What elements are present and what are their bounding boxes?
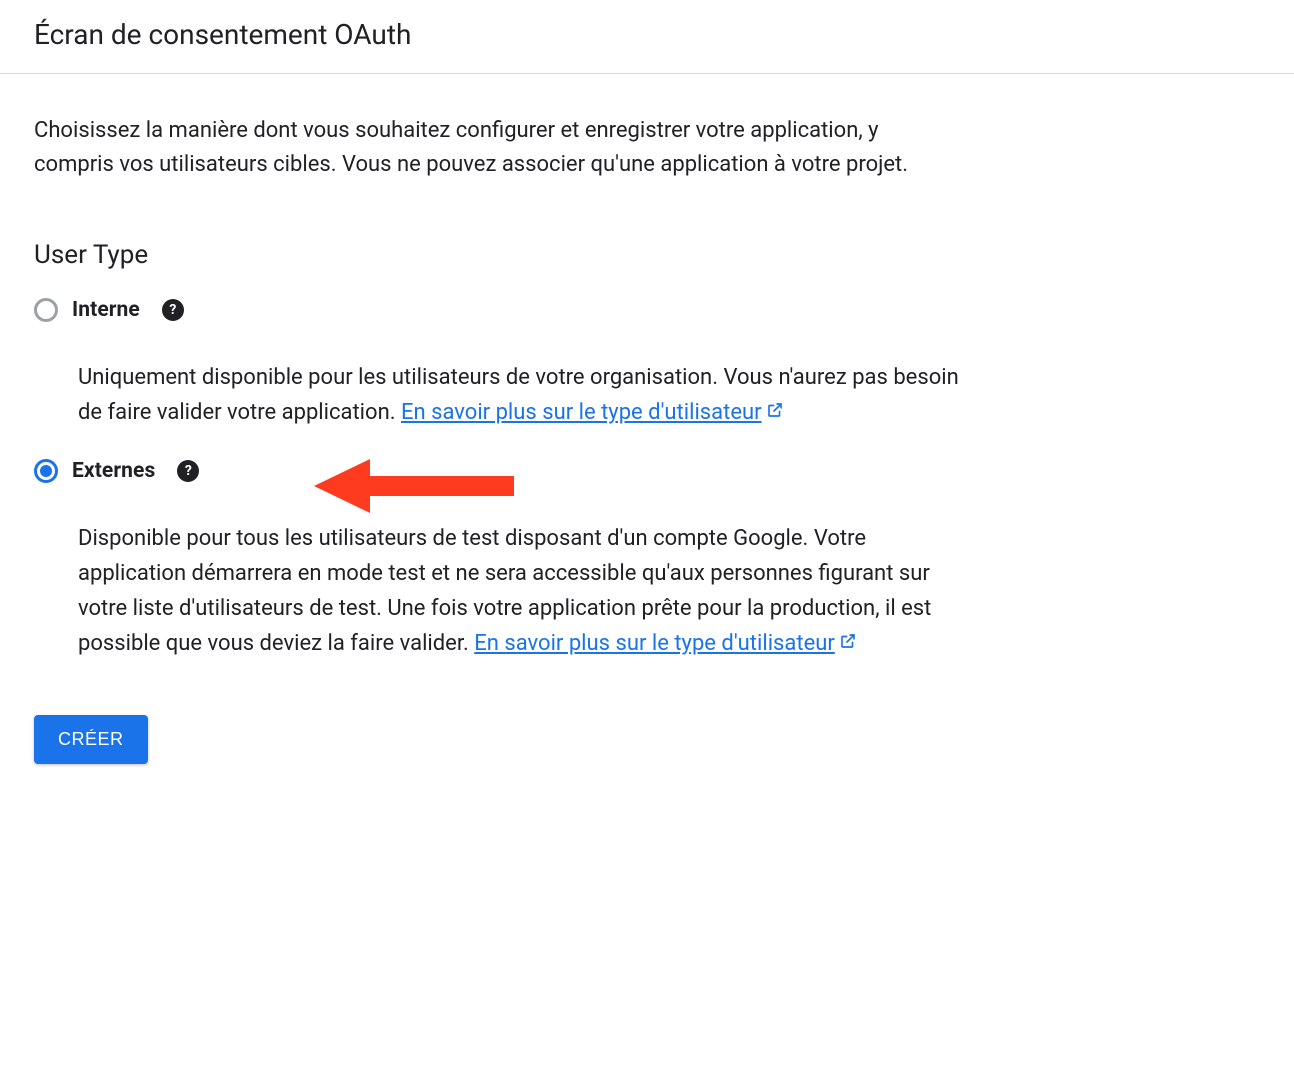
option-desc-externes: Disponible pour tous les utilisateurs de… xyxy=(78,521,966,662)
help-icon[interactable]: ? xyxy=(177,460,199,482)
intro-text: Choisissez la manière dont vous souhaite… xyxy=(34,114,954,182)
radio-row-externes: Externes ? xyxy=(34,459,966,483)
external-link-icon xyxy=(839,631,857,660)
radio-label-interne: Interne xyxy=(72,298,140,322)
radio-label-externes: Externes xyxy=(72,459,155,483)
content-area: Choisissez la manière dont vous souhaite… xyxy=(0,74,1000,764)
create-button[interactable]: CRÉER xyxy=(34,715,148,764)
radio-externes[interactable] xyxy=(34,459,58,483)
option-desc-interne: Uniquement disponible pour les utilisate… xyxy=(78,360,966,430)
learn-more-link-interne[interactable]: En savoir plus sur le type d'utilisateur xyxy=(401,400,784,425)
link-text-interne: En savoir plus sur le type d'utilisateur xyxy=(401,400,762,425)
help-icon[interactable]: ? xyxy=(162,299,184,321)
user-type-option-externes: Externes ? Disponible pour tous les util… xyxy=(34,459,966,662)
external-link-icon xyxy=(766,400,784,429)
user-type-option-interne: Interne ? Uniquement disponible pour les… xyxy=(34,298,966,430)
create-button-wrap: CRÉER xyxy=(34,715,966,764)
link-text-externes: En savoir plus sur le type d'utilisateur xyxy=(474,631,835,656)
radio-interne[interactable] xyxy=(34,298,58,322)
user-type-heading: User Type xyxy=(34,240,966,270)
page-title: Écran de consentement OAuth xyxy=(0,0,1294,73)
learn-more-link-externes[interactable]: En savoir plus sur le type d'utilisateur xyxy=(474,631,857,656)
radio-row-interne: Interne ? xyxy=(34,298,966,322)
